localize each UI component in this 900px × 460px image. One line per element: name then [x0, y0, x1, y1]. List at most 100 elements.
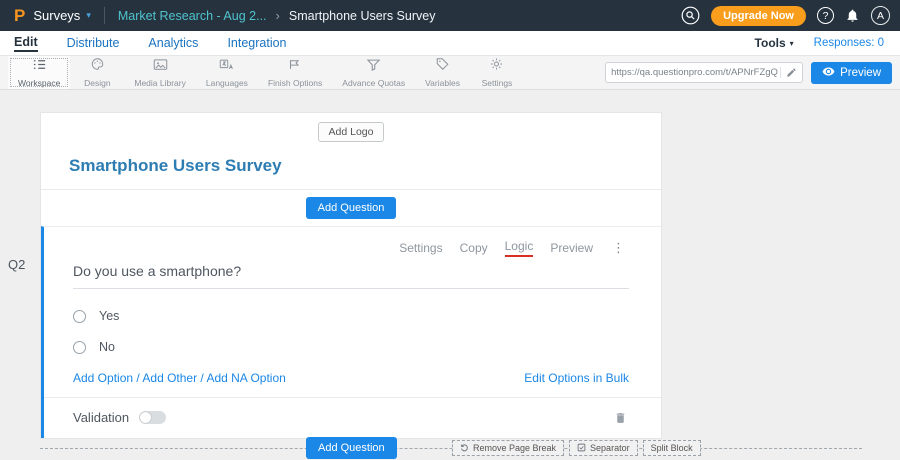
- preview-button[interactable]: Preview: [811, 62, 892, 84]
- toolbar-item-finish-options[interactable]: Finish Options: [258, 56, 332, 89]
- topbar-actions: Upgrade Now ? A: [681, 6, 890, 26]
- survey-url-box: [605, 62, 803, 83]
- question-block: Settings Copy Logic Preview ⋮ Do you use…: [41, 226, 661, 438]
- delete-question-trash-icon[interactable]: [614, 411, 627, 425]
- responses-count[interactable]: Responses: 0: [814, 37, 884, 49]
- toolbar-item-settings[interactable]: Settings: [470, 56, 524, 89]
- radio-button-icon[interactable]: [73, 310, 86, 323]
- notifications-bell-icon[interactable]: [845, 8, 860, 23]
- upgrade-now-button[interactable]: Upgrade Now: [711, 6, 806, 26]
- add-question-row-top: Add Question: [41, 190, 661, 226]
- funnel-icon: [366, 58, 381, 76]
- answer-option-label[interactable]: No: [99, 340, 115, 354]
- edit-url-pencil-icon[interactable]: [780, 67, 797, 78]
- toolbar-right: Preview: [605, 62, 892, 84]
- editor-toolbar: Workspace Design Media Library Languages: [0, 56, 900, 90]
- product-name: Surveys: [33, 8, 80, 23]
- editor-canvas: Q2 Add Logo Smartphone Users Survey Add …: [0, 90, 900, 460]
- chevron-down-icon: ▾: [790, 39, 794, 48]
- question-copy-tab[interactable]: Copy: [460, 241, 488, 255]
- preview-label: Preview: [840, 67, 881, 79]
- nav-tabs: Edit Distribute Analytics Integration: [14, 35, 287, 52]
- tab-analytics[interactable]: Analytics: [148, 36, 198, 51]
- validation-label: Validation: [73, 410, 129, 425]
- survey-url-input[interactable]: [611, 67, 780, 78]
- toolbar-item-design[interactable]: Design: [70, 56, 124, 89]
- topbar-divider: [104, 7, 105, 24]
- separator-label: Separator: [590, 443, 630, 453]
- answer-option-yes[interactable]: Yes: [73, 309, 661, 323]
- finish-flag-icon: [288, 58, 303, 76]
- toolbar-item-languages[interactable]: Languages: [196, 56, 258, 89]
- toolbar-item-media-library[interactable]: Media Library: [124, 56, 196, 89]
- toolbar-item-workspace[interactable]: Workspace: [8, 56, 70, 89]
- toolbar-items: Workspace Design Media Library Languages: [8, 56, 524, 89]
- tab-edit[interactable]: Edit: [14, 35, 38, 52]
- breadcrumb-separator-icon: ›: [276, 8, 280, 23]
- question-number: Q2: [8, 257, 25, 272]
- user-avatar[interactable]: A: [871, 6, 890, 25]
- link-separator: /: [133, 371, 142, 385]
- search-icon[interactable]: [681, 6, 700, 25]
- question-more-menu-icon[interactable]: ⋮: [612, 240, 625, 256]
- option-actions-row: Add Option / Add Other / Add NA Option E…: [73, 371, 629, 385]
- page-break-dashed-line: [40, 448, 862, 449]
- question-controls: Settings Copy Logic Preview ⋮: [44, 227, 661, 259]
- undo-loop-icon: [460, 443, 469, 454]
- survey-title[interactable]: Smartphone Users Survey: [41, 144, 661, 189]
- toolbar-item-label: Languages: [206, 78, 248, 88]
- answer-options: Yes No: [73, 309, 661, 354]
- tools-label: Tools: [755, 36, 786, 50]
- add-na-option-link[interactable]: Add NA Option: [206, 371, 285, 385]
- toolbar-item-label: Media Library: [134, 78, 186, 88]
- validation-toggle[interactable]: [139, 411, 166, 424]
- add-other-link[interactable]: Add Other: [142, 371, 197, 385]
- add-option-link[interactable]: Add Option: [73, 371, 133, 385]
- separator-button[interactable]: Separator: [569, 440, 638, 456]
- breadcrumb-parent[interactable]: Market Research - Aug 2...: [118, 9, 267, 23]
- answer-option-label[interactable]: Yes: [99, 309, 119, 323]
- page-break-tools: Remove Page Break Separator Split Block: [452, 440, 701, 456]
- remove-page-break-button[interactable]: Remove Page Break: [452, 440, 564, 456]
- chevron-down-icon: ▾: [86, 10, 91, 21]
- workspace-list-icon: [32, 58, 47, 76]
- topbar: P Surveys ▾ Market Research - Aug 2... ›…: [0, 0, 900, 31]
- image-icon: [153, 58, 168, 76]
- breadcrumb-current: Smartphone Users Survey: [289, 9, 436, 23]
- add-question-button-bottom[interactable]: Add Question: [306, 437, 397, 459]
- question-text-field[interactable]: Do you use a smartphone?: [73, 263, 629, 289]
- toolbar-item-label: Variables: [425, 78, 460, 88]
- tools-menu[interactable]: Tools ▾: [755, 36, 794, 50]
- toggle-knob: [140, 412, 151, 423]
- answer-option-no[interactable]: No: [73, 340, 661, 354]
- split-block-label: Split Block: [651, 443, 693, 453]
- split-block-button[interactable]: Split Block: [643, 440, 701, 456]
- tab-integration[interactable]: Integration: [227, 36, 286, 51]
- radio-button-icon[interactable]: [73, 341, 86, 354]
- question-logic-tab[interactable]: Logic: [505, 239, 534, 257]
- add-question-button-top[interactable]: Add Question: [306, 197, 397, 219]
- main-nav: Edit Distribute Analytics Integration To…: [0, 31, 900, 56]
- toolbar-item-label: Design: [84, 78, 110, 88]
- tab-distribute[interactable]: Distribute: [67, 36, 120, 51]
- gear-icon: [489, 57, 504, 76]
- add-logo-button[interactable]: Add Logo: [318, 122, 385, 142]
- palette-icon: [90, 57, 105, 76]
- checkbox-checked-icon: [577, 443, 586, 454]
- question-preview-tab[interactable]: Preview: [550, 241, 593, 255]
- page-footer-row: Add Question Remove Page Break Separator…: [40, 437, 862, 459]
- product-switcher[interactable]: Surveys ▾: [33, 8, 91, 23]
- toolbar-item-label: Settings: [482, 78, 513, 88]
- add-option-links: Add Option / Add Other / Add NA Option: [73, 371, 286, 385]
- question-settings-tab[interactable]: Settings: [399, 241, 442, 255]
- edit-options-in-bulk-link[interactable]: Edit Options in Bulk: [524, 371, 629, 385]
- toolbar-item-advance-quotas[interactable]: Advance Quotas: [332, 56, 415, 89]
- help-icon[interactable]: ?: [817, 7, 834, 24]
- translate-icon: [219, 58, 234, 76]
- toolbar-item-label: Advance Quotas: [342, 78, 405, 88]
- survey-card: Add Logo Smartphone Users Survey Add Que…: [40, 112, 662, 439]
- questionpro-logo[interactable]: P: [14, 6, 25, 26]
- add-logo-row: Add Logo: [41, 113, 661, 144]
- nav-right: Tools ▾ Responses: 0: [755, 36, 886, 50]
- toolbar-item-variables[interactable]: Variables: [415, 56, 470, 89]
